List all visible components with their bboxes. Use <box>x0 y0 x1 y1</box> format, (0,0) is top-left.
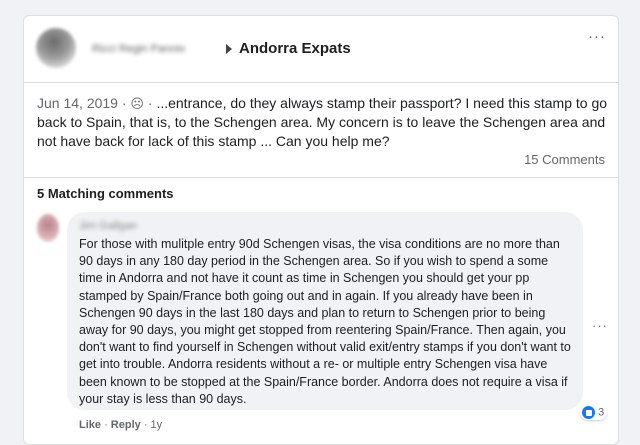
reply-button[interactable]: Reply <box>111 419 141 431</box>
comment-more-options-button[interactable]: ··· <box>592 318 608 333</box>
comment-bubble: Jim Gallgan For those with mulitple entr… <box>67 212 583 410</box>
separator-dot: · <box>101 419 111 431</box>
post-header: Ricci Regin Pannio Andorra Expats <box>36 28 596 78</box>
separator-dot: · <box>117 95 131 111</box>
comments-divider <box>24 177 618 178</box>
separator-dot: · <box>140 419 151 431</box>
post-author-name[interactable]: Ricci Regin Pannio <box>92 43 185 55</box>
post-date[interactable]: Jun 14, 2019 <box>37 95 118 111</box>
comment-text: For those with mulitple entry 90d Scheng… <box>79 237 571 406</box>
author-avatar[interactable] <box>36 28 76 68</box>
group-name-link[interactable]: Andorra Expats <box>239 40 351 57</box>
reaction-badge[interactable]: 3 <box>580 405 608 420</box>
matching-comments-title: 5 Matching comments <box>37 186 174 201</box>
commenter-name[interactable]: Jim Gallgan <box>79 220 571 234</box>
comments-count-link[interactable]: 15 Comments <box>524 152 605 167</box>
post-card: Ricci Regin Pannio Andorra Expats ··· Ju… <box>23 15 619 445</box>
post-more-options-button[interactable]: ··· <box>588 28 606 45</box>
separator-dot: · <box>143 95 157 111</box>
globe-icon: ☹ <box>130 96 144 111</box>
like-reaction-icon <box>582 406 595 419</box>
comment-age[interactable]: 1y <box>151 419 163 431</box>
reaction-count: 3 <box>598 406 605 419</box>
post-body: Jun 14, 2019 · ☹ · ...entrance, do they … <box>37 94 609 151</box>
comment-actions: Like · Reply · 1y <box>79 419 162 431</box>
like-button[interactable]: Like <box>79 419 101 431</box>
header-divider <box>24 82 618 83</box>
commenter-avatar[interactable] <box>37 214 59 242</box>
caret-right-icon <box>226 44 232 54</box>
